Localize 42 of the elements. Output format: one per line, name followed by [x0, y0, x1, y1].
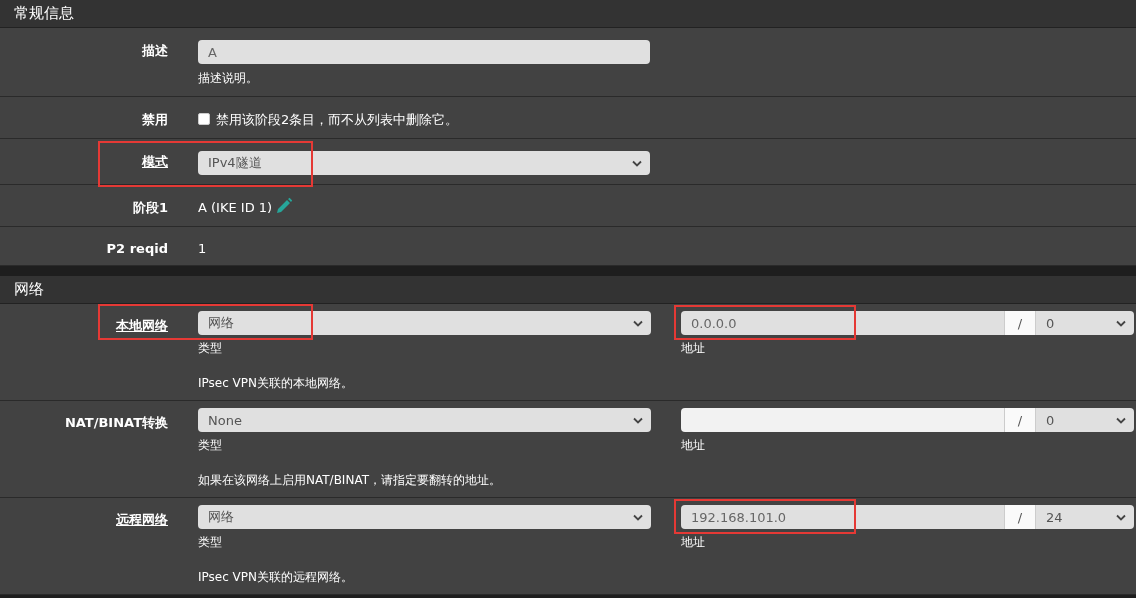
help-text: IPsec VPN关联的本地网络。: [198, 376, 355, 391]
slash-separator: /: [1004, 505, 1036, 529]
label-link[interactable]: 远程网络: [116, 511, 168, 585]
mode-dropdown[interactable]: IPv4隧道: [198, 151, 650, 175]
field-caption: 地址: [681, 438, 706, 453]
text-field[interactable]: A: [198, 40, 650, 64]
label-link[interactable]: 模式: [142, 153, 168, 175]
caret-icon: [1116, 513, 1126, 521]
mask-dropdown[interactable]: 0: [1036, 408, 1134, 432]
pencil-icon[interactable]: [275, 197, 294, 215]
field-label: 禁用: [142, 111, 168, 129]
slash-separator: /: [1004, 408, 1036, 432]
field-caption: 类型: [198, 535, 223, 550]
field-caption: 类型: [198, 438, 223, 453]
caret-icon: [632, 159, 642, 167]
caret-icon: [633, 319, 643, 327]
caret-icon: [633, 416, 643, 424]
field-label: NAT/BINAT转换: [64, 414, 168, 432]
caret-icon: [633, 513, 643, 521]
field-caption: 地址: [681, 341, 706, 356]
checkbox-label: 禁用该阶段2条目，而不从列表中删除它。: [216, 111, 459, 129]
field-label: 阶段1: [132, 199, 168, 217]
caret-icon: [1116, 319, 1126, 327]
address-field[interactable]: [681, 408, 1004, 432]
help-text: IPsec VPN关联的远程网络。: [198, 570, 355, 585]
help-text: 描述说明。: [198, 70, 259, 87]
phase1-text: A (IKE ID 1): [198, 198, 273, 215]
section-title: 网络: [0, 276, 1136, 304]
section-title: 常规信息: [0, 0, 1136, 28]
field-label: P2 reqid: [106, 241, 168, 256]
caret-icon: [1116, 416, 1126, 424]
type-dropdown[interactable]: 网络: [198, 505, 651, 529]
type-dropdown[interactable]: None: [198, 408, 651, 432]
help-text: 如果在该网络上启用NAT/BINAT，请指定要翻转的地址。: [198, 473, 502, 488]
field-caption: 类型: [198, 341, 223, 356]
value-text: 1: [198, 240, 208, 256]
checkbox[interactable]: [198, 113, 210, 125]
slash-separator: /: [1004, 311, 1036, 335]
type-dropdown[interactable]: 网络: [198, 311, 651, 335]
label-link[interactable]: 本地网络: [116, 317, 168, 391]
field-caption: 地址: [681, 535, 706, 550]
field-label: 描述: [142, 42, 168, 60]
